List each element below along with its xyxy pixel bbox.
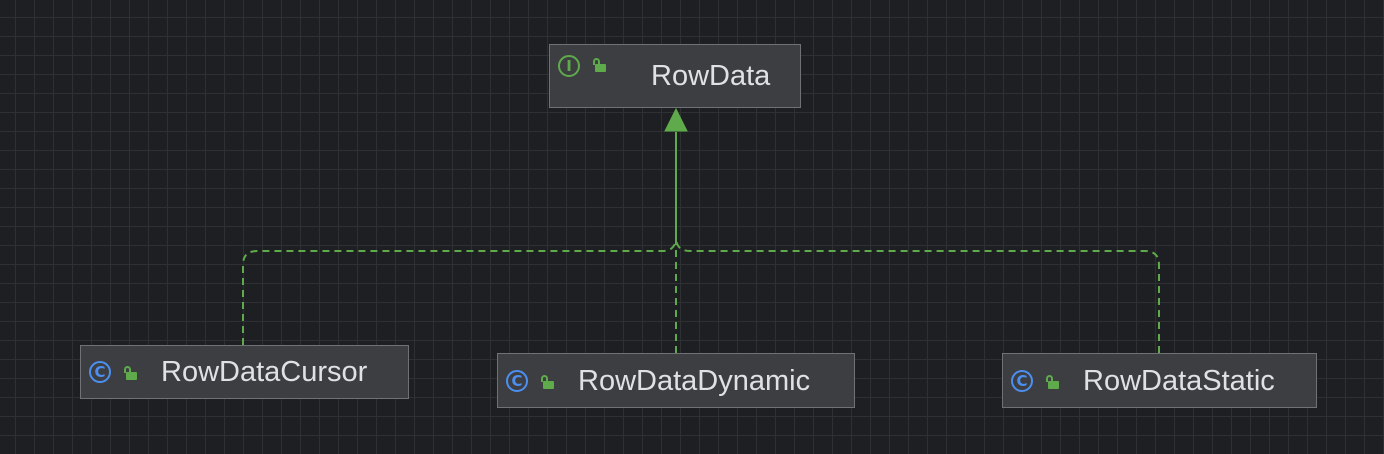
unlock-icon (541, 374, 554, 390)
unlock-icon (124, 366, 137, 381)
node-rowdata[interactable]: I RowData (549, 44, 801, 108)
node-rowdatacursor[interactable]: C RowDataCursor (80, 345, 409, 399)
class-icon: C (89, 361, 111, 383)
unlock-icon (593, 58, 606, 73)
interface-icon: I (558, 55, 580, 77)
node-label: RowDataStatic (1083, 364, 1275, 397)
node-label: RowData (651, 60, 771, 92)
node-rowdatastatic[interactable]: C RowDataStatic (1002, 353, 1317, 408)
diagram-canvas[interactable]: I RowData C RowDataCursor C RowDataDynam… (0, 0, 1384, 454)
node-rowdatadynamic[interactable]: C RowDataDynamic (497, 353, 855, 408)
class-icon: C (506, 369, 528, 392)
node-label: RowDataCursor (161, 356, 368, 388)
edge-rowdatacursor-to-rowdata (242, 132, 677, 345)
implements-arrowhead (664, 107, 688, 132)
class-icon: C (1011, 369, 1033, 392)
unlock-icon (1046, 374, 1059, 390)
node-label: RowDataDynamic (578, 364, 811, 397)
edge-rowdatastatic-to-rowdata (675, 236, 1160, 353)
